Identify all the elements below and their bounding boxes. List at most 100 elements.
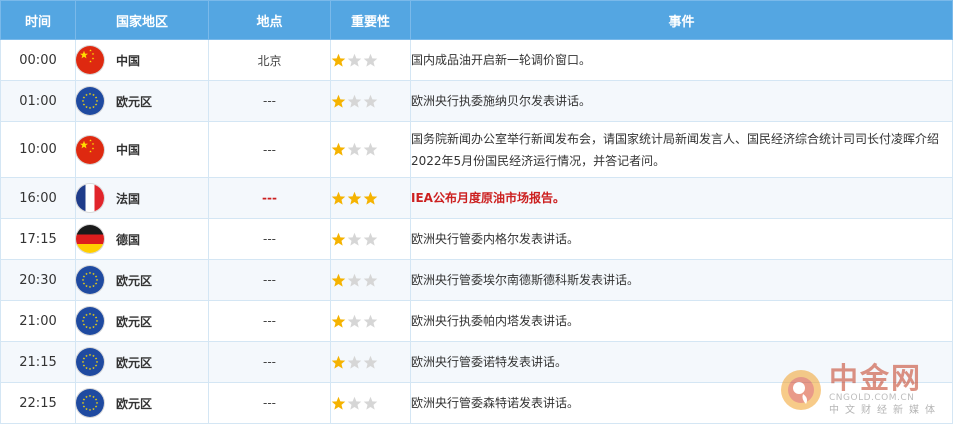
event-time: 16:00: [0, 177, 76, 219]
importance-rating: [330, 39, 411, 81]
table-header-row: 时间 国家地区 地点 重要性 事件: [0, 0, 953, 40]
eu-flag-icon: [76, 389, 104, 417]
china-flag-icon: [76, 46, 104, 74]
star-filled-icon: [331, 53, 346, 67]
event-country-cell: 中国: [75, 39, 209, 81]
importance-rating: [330, 177, 411, 219]
event-description: 欧洲央行执委帕内塔发表讲话。: [410, 300, 953, 342]
event-time: 20:30: [0, 259, 76, 301]
event-place: ---: [208, 218, 331, 260]
event-place: ---: [208, 300, 331, 342]
event-country-cell: 欧元区: [75, 259, 209, 301]
event-time: 22:15: [0, 382, 76, 424]
country-name: 欧元区: [116, 94, 153, 109]
star-empty-icon: [347, 355, 362, 369]
country-name: 中国: [116, 53, 141, 68]
event-place: ---: [208, 259, 331, 301]
table-row: 10:00 中国 --- 国务院新闻办公室举行新闻发布会，请国家统计局新闻发言人、国民…: [0, 121, 953, 178]
star-filled-icon: [331, 314, 346, 328]
importance-rating: [330, 218, 411, 260]
header-time: 时间: [0, 0, 76, 40]
event-time: 10:00: [0, 121, 76, 178]
table-row: 21:15 欧元区 --- 欧洲央行管委诺特发表讲话。: [0, 341, 953, 383]
star-empty-icon: [363, 53, 378, 67]
table-row: 01:00 欧元区 --- 欧洲央行执委施纳贝尔发表讲话。: [0, 80, 953, 122]
event-place: ---: [208, 121, 331, 178]
event-country-cell: 欧元区: [75, 382, 209, 424]
event-time: 00:00: [0, 39, 76, 81]
star-empty-icon: [363, 273, 378, 287]
event-time: 21:00: [0, 300, 76, 342]
star-filled-icon: [331, 142, 346, 156]
importance-rating: [330, 259, 411, 301]
event-description: 国内成品油开启新一轮调价窗口。: [410, 39, 953, 81]
table-row: 00:00 中国 北京 国内成品油开启新一轮调价窗口。: [0, 39, 953, 81]
event-country-cell: 德国: [75, 218, 209, 260]
table-row: 16:00 法国 --- IEA公布月度原油市场报告。: [0, 177, 953, 219]
event-country-cell: 欧元区: [75, 80, 209, 122]
importance-rating: [330, 341, 411, 383]
france-flag-icon: [76, 184, 104, 212]
eu-flag-icon: [76, 348, 104, 376]
star-empty-icon: [363, 142, 378, 156]
event-description: 欧洲央行管委森特诺发表讲话。: [410, 382, 953, 424]
event-country-cell: 法国: [75, 177, 209, 219]
country-name: 欧元区: [116, 355, 153, 370]
table-row: 21:00 欧元区 --- 欧洲央行执委帕内塔发表讲话。: [0, 300, 953, 342]
star-empty-icon: [347, 142, 362, 156]
country-name: 德国: [116, 232, 141, 247]
star-empty-icon: [363, 314, 378, 328]
star-filled-icon: [331, 191, 346, 205]
star-empty-icon: [347, 273, 362, 287]
event-description: IEA公布月度原油市场报告。: [410, 177, 953, 219]
eu-flag-icon: [76, 307, 104, 335]
event-time: 01:00: [0, 80, 76, 122]
star-empty-icon: [363, 396, 378, 410]
event-description: 欧洲央行执委施纳贝尔发表讲话。: [410, 80, 953, 122]
star-empty-icon: [347, 314, 362, 328]
event-time: 21:15: [0, 341, 76, 383]
star-empty-icon: [347, 94, 362, 108]
star-empty-icon: [363, 94, 378, 108]
economic-calendar-table: 时间 国家地区 地点 重要性 事件 00:00 中国 北京 国内成品油开启新一轮调价窗…: [0, 0, 953, 424]
table-row: 22:15 欧元区 --- 欧洲央行管委森特诺发表讲话。: [0, 382, 953, 424]
header-importance: 重要性: [330, 0, 411, 40]
star-empty-icon: [347, 53, 362, 67]
star-empty-icon: [347, 396, 362, 410]
star-filled-icon: [347, 191, 362, 205]
star-filled-icon: [331, 396, 346, 410]
eu-flag-icon: [76, 266, 104, 294]
header-event: 事件: [410, 0, 953, 40]
germany-flag-icon: [76, 225, 104, 253]
star-filled-icon: [331, 273, 346, 287]
eu-flag-icon: [76, 87, 104, 115]
importance-rating: [330, 121, 411, 178]
star-filled-icon: [363, 191, 378, 205]
event-time: 17:15: [0, 218, 76, 260]
event-place: ---: [208, 341, 331, 383]
star-filled-icon: [331, 355, 346, 369]
star-filled-icon: [331, 94, 346, 108]
country-name: 欧元区: [116, 314, 153, 329]
header-country: 国家地区: [75, 0, 209, 40]
table-row: 20:30 欧元区 --- 欧洲央行管委埃尔南德斯德科斯发表讲话。: [0, 259, 953, 301]
event-description: 欧洲央行管委埃尔南德斯德科斯发表讲话。: [410, 259, 953, 301]
event-country-cell: 欧元区: [75, 341, 209, 383]
importance-rating: [330, 80, 411, 122]
star-empty-icon: [363, 232, 378, 246]
china-flag-icon: [76, 135, 104, 164]
header-place: 地点: [208, 0, 331, 40]
star-filled-icon: [331, 232, 346, 246]
event-description: 欧洲央行管委内格尔发表讲话。: [410, 218, 953, 260]
star-empty-icon: [347, 232, 362, 246]
event-place: ---: [208, 382, 331, 424]
event-description: 欧洲央行管委诺特发表讲话。: [410, 341, 953, 383]
event-place: 北京: [208, 39, 331, 81]
importance-rating: [330, 300, 411, 342]
country-name: 中国: [116, 143, 141, 157]
star-empty-icon: [363, 355, 378, 369]
event-description: 国务院新闻办公室举行新闻发布会，请国家统计局新闻发言人、国民经济综合统计司司长付…: [410, 121, 953, 178]
country-name: 欧元区: [116, 396, 153, 411]
table-row: 17:15 德国 --- 欧洲央行管委内格尔发表讲话。: [0, 218, 953, 260]
event-place: ---: [208, 177, 331, 219]
